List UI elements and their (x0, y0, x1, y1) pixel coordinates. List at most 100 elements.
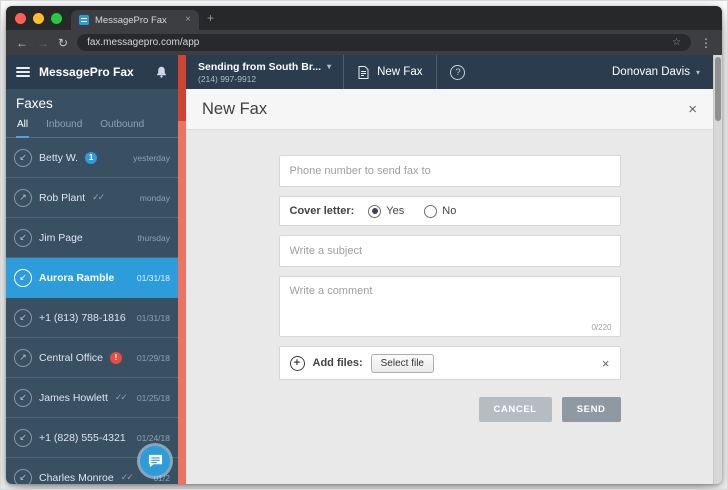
remove-files-icon[interactable]: × (602, 356, 610, 371)
phone-number-input[interactable] (280, 156, 620, 186)
delivered-checks-icon: ✓✓ (121, 472, 132, 483)
char-counter: 0/220 (280, 323, 620, 336)
user-name: Donovan Davis (612, 66, 690, 78)
add-files-plus-icon[interactable]: + (290, 356, 305, 371)
fax-contact-name: Rob Plant (39, 192, 85, 204)
fax-contact-name: +1 (828) 555-4321 (39, 432, 126, 444)
comment-field: 0/220 (279, 276, 621, 337)
chevron-down-icon: ▾ (327, 62, 331, 71)
fax-date: thursday (137, 233, 170, 243)
sidebar-tabs: All Inbound Outbound (6, 116, 178, 138)
user-menu[interactable]: Donovan Davis ▾ (599, 66, 713, 78)
fax-contact-name: Charles Monroe (39, 472, 114, 484)
tab-close-icon[interactable]: × (185, 15, 191, 25)
comment-textarea[interactable] (280, 277, 620, 323)
sidebar-scrollbar-thumb[interactable] (178, 55, 186, 121)
fax-list-item[interactable]: ↙ +1 (813) 788-1816 01/31/18 (6, 298, 178, 338)
chat-bubble-icon (148, 454, 163, 468)
page-scrollbar[interactable] (713, 55, 722, 484)
incoming-fax-icon: ↙ (14, 229, 32, 247)
cover-letter-label: Cover letter: (290, 205, 355, 217)
sender-label: Sending from South Br... (198, 61, 321, 73)
cover-letter-row: Cover letter: Yes No (279, 196, 621, 226)
window-controls (6, 13, 71, 24)
incoming-fax-icon: ↙ (14, 149, 32, 167)
cancel-button[interactable]: CANCEL (479, 397, 552, 422)
window-zoom-button[interactable] (51, 13, 62, 24)
incoming-fax-icon: ↙ (14, 309, 32, 327)
fax-contact-name: Jim Page (39, 232, 83, 244)
sidebar-scrollbar[interactable] (178, 55, 186, 484)
reload-icon[interactable]: ↻ (58, 37, 68, 49)
browser-menu-icon[interactable]: ⋮ (700, 36, 712, 50)
panel-header: New Fax × (186, 89, 713, 129)
fax-date: monday (140, 193, 170, 203)
back-icon[interactable]: ← (16, 37, 28, 49)
radio-no[interactable] (424, 205, 437, 218)
main-panel: New Fax × Cover letter: Yes (186, 89, 713, 484)
incoming-fax-icon: ↙ (14, 269, 32, 287)
sidebar-tab-all[interactable]: All (16, 116, 29, 138)
sidebar-title: Faxes (6, 89, 178, 116)
document-icon (358, 66, 369, 79)
incoming-fax-icon: ↙ (14, 389, 32, 407)
fax-contact-name: Central Office (39, 352, 103, 364)
page-scrollbar-thumb[interactable] (715, 57, 721, 121)
fax-date: yesterday (133, 153, 170, 163)
fax-contact-name: Aurora Ramble (39, 272, 114, 284)
fax-date: 01/25/18 (137, 393, 170, 403)
new-conversation-fab[interactable] (140, 446, 170, 476)
add-files-label: Add files: (313, 357, 363, 369)
outgoing-fax-icon: ↗ (14, 349, 32, 367)
sidebar-tab-inbound[interactable]: Inbound (45, 116, 83, 137)
sidebar-tab-outbound[interactable]: Outbound (99, 116, 145, 137)
sender-phone: (214) 997-9912 (198, 74, 331, 84)
fax-date: 01/29/18 (137, 353, 170, 363)
fax-list: ↙ Betty W. 1 yesterday ↗ Rob Plant ✓✓ mo… (6, 138, 178, 484)
cover-letter-yes-option[interactable]: Yes (368, 205, 404, 218)
chevron-down-icon: ▾ (696, 68, 700, 77)
browser-tab-bar: MessagePro Fax × + (6, 6, 722, 30)
failed-alert-badge: ! (110, 352, 122, 364)
notifications-bell-icon[interactable] (155, 65, 168, 79)
fax-list-item[interactable]: ↙ Aurora Ramble 01/31/18 (6, 258, 178, 298)
help-icon[interactable]: ? (450, 65, 465, 80)
new-fax-label: New Fax (377, 66, 422, 78)
fax-list-item[interactable]: ↙ Jim Page thursday (6, 218, 178, 258)
cover-letter-no-option[interactable]: No (424, 205, 456, 218)
url-field[interactable]: fax.messagepro.com/app ☆ (77, 34, 691, 51)
url-text: fax.messagepro.com/app (87, 37, 664, 48)
browser-tab[interactable]: MessagePro Fax × (71, 10, 199, 30)
subject-field (279, 235, 621, 267)
app-title: MessagePro Fax (39, 65, 134, 79)
app-navbar: Sending from South Br... ▾ (214) 997-991… (186, 55, 713, 89)
new-tab-button[interactable]: + (207, 12, 214, 24)
fax-list-item[interactable]: ↗ Rob Plant ✓✓ monday (6, 178, 178, 218)
window-minimize-button[interactable] (33, 13, 44, 24)
forward-icon[interactable]: → (37, 37, 49, 49)
outgoing-fax-icon: ↗ (14, 189, 32, 207)
browser-window: MessagePro Fax × + ← → ↻ fax.messagepro.… (6, 6, 722, 484)
window-close-button[interactable] (15, 13, 26, 24)
subject-input[interactable] (280, 236, 620, 266)
select-file-button[interactable]: Select file (371, 354, 434, 373)
radio-yes[interactable] (368, 205, 381, 218)
sender-selector[interactable]: Sending from South Br... ▾ (214) 997-991… (186, 61, 343, 84)
fax-list-item[interactable]: ↗ Central Office ! 01/29/18 (6, 338, 178, 378)
left-column: MessagePro Fax Faxes AllInboundOutbound … (6, 55, 178, 484)
send-button[interactable]: SEND (562, 397, 621, 422)
delivered-checks-icon: ✓✓ (115, 392, 126, 403)
bookmark-star-icon[interactable]: ☆ (672, 37, 681, 48)
fax-list-item[interactable]: ↙ James Howlett ✓✓ 01/25/18 (6, 378, 178, 418)
browser-address-bar: ← → ↻ fax.messagepro.com/app ☆ ⋮ (6, 30, 722, 55)
new-fax-button[interactable]: New Fax (344, 66, 436, 79)
radio-no-label: No (442, 205, 456, 217)
tab-favicon (79, 15, 89, 25)
close-panel-icon[interactable]: × (688, 101, 697, 118)
navbar-divider (436, 55, 437, 89)
fax-contact-name: James Howlett (39, 392, 108, 404)
fax-list-item[interactable]: ↙ Betty W. 1 yesterday (6, 138, 178, 178)
incoming-fax-icon: ↙ (14, 429, 32, 447)
panel-title: New Fax (202, 100, 267, 119)
hamburger-menu-icon[interactable] (16, 65, 30, 79)
